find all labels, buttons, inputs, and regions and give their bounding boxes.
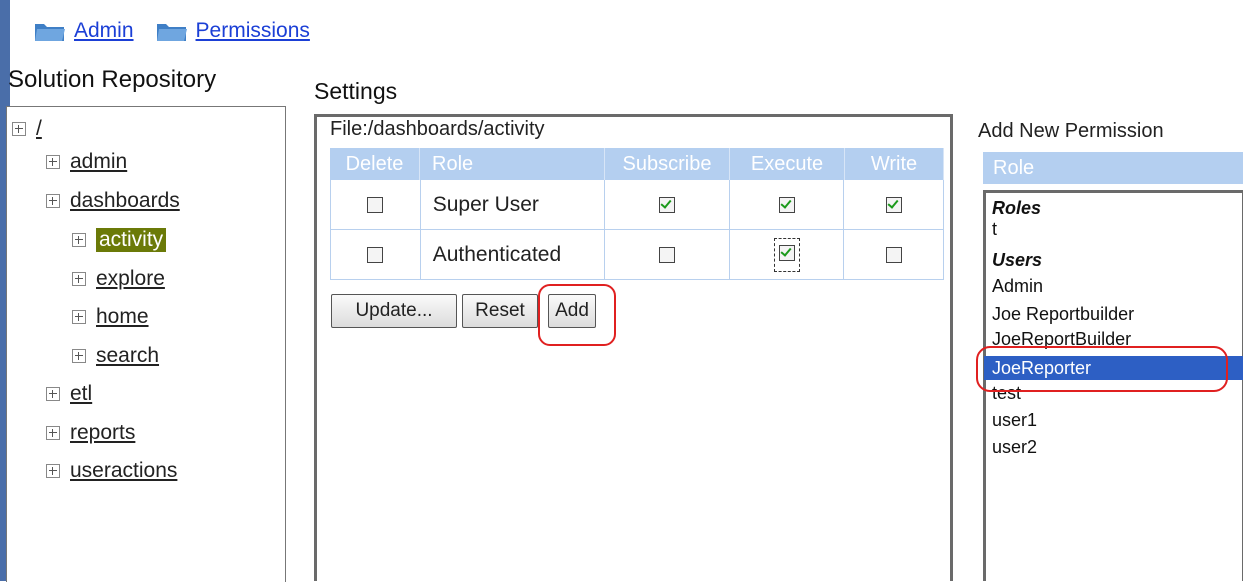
- delete-cell: [331, 230, 421, 279]
- tree-item-explore[interactable]: explore: [72, 267, 165, 291]
- execute-checkbox[interactable]: [778, 244, 795, 261]
- table-header: Delete Role Subscribe Execute Write: [330, 148, 944, 180]
- breadcrumb-admin[interactable]: Admin: [34, 19, 134, 43]
- list-item[interactable]: Admin: [992, 276, 1043, 297]
- list-item-selected[interactable]: JoeReporter: [984, 356, 1243, 380]
- tree-item-admin[interactable]: admin: [46, 150, 127, 174]
- tree-item-useractions[interactable]: useractions: [46, 459, 177, 483]
- column-header-write: Write: [845, 148, 944, 180]
- execute-cell: [730, 230, 845, 279]
- tree-item-label[interactable]: /: [36, 117, 42, 141]
- settings-title: Settings: [314, 78, 398, 104]
- tree-item-label[interactable]: activity: [96, 228, 167, 252]
- tree-item-reports[interactable]: reports: [46, 421, 135, 445]
- role-cell: Authenticated: [421, 230, 606, 279]
- add-permission-title: Add New Permission: [978, 120, 1164, 142]
- expand-icon[interactable]: [72, 233, 86, 247]
- expand-icon[interactable]: [46, 155, 60, 169]
- execute-cell: [730, 180, 845, 229]
- expand-icon[interactable]: [46, 464, 60, 478]
- tree-item-label[interactable]: explore: [96, 267, 165, 291]
- folder-icon: [156, 20, 188, 42]
- subscribe-checkbox[interactable]: [658, 196, 675, 213]
- tree-item-home[interactable]: home: [72, 305, 149, 329]
- list-item[interactable]: t: [992, 219, 997, 240]
- role-cell: Super User: [421, 180, 606, 229]
- expand-icon[interactable]: [46, 387, 60, 401]
- expand-icon[interactable]: [72, 272, 86, 286]
- tree-item-etl[interactable]: etl: [46, 382, 92, 406]
- add-button[interactable]: Add: [548, 294, 596, 328]
- table-row: Authenticated: [330, 230, 944, 280]
- expand-icon[interactable]: [46, 426, 60, 440]
- role-column-header: Role: [983, 152, 1243, 184]
- file-path-label: File:/dashboards/activity: [330, 118, 545, 140]
- tree-item-label[interactable]: etl: [70, 382, 92, 406]
- column-header-delete: Delete: [330, 148, 420, 180]
- write-checkbox[interactable]: [885, 246, 902, 263]
- tree-item-search[interactable]: search: [72, 344, 159, 368]
- tree-item-label[interactable]: useractions: [70, 459, 177, 483]
- expand-icon[interactable]: [46, 194, 60, 208]
- breadcrumb-permissions[interactable]: Permissions: [156, 19, 310, 43]
- repository-title: Solution Repository: [8, 66, 217, 93]
- column-header-role: Role: [420, 148, 605, 180]
- write-cell: [844, 230, 943, 279]
- tree-item-label[interactable]: reports: [70, 421, 135, 445]
- subscribe-cell: [605, 180, 730, 229]
- role-user-listbox[interactable]: [983, 190, 1243, 581]
- tree-item-activity[interactable]: activity: [72, 228, 167, 252]
- delete-cell: [331, 180, 421, 229]
- tree-item-root[interactable]: /: [12, 117, 42, 141]
- breadcrumb-permissions-label[interactable]: Permissions: [196, 19, 310, 43]
- tree-item-label[interactable]: search: [96, 344, 159, 368]
- breadcrumb: Admin Permissions: [34, 14, 310, 48]
- tree-item-dashboards[interactable]: dashboards: [46, 189, 180, 213]
- write-checkbox[interactable]: [885, 196, 902, 213]
- list-group-users: Users: [992, 250, 1043, 270]
- list-group-roles: Roles: [992, 198, 1042, 218]
- list-item[interactable]: Joe Reportbuilder: [992, 304, 1134, 325]
- subscribe-cell: [605, 230, 730, 279]
- update-button[interactable]: Update...: [331, 294, 457, 328]
- expand-icon[interactable]: [72, 349, 86, 363]
- execute-checkbox[interactable]: [778, 196, 795, 213]
- delete-checkbox[interactable]: [367, 246, 384, 263]
- delete-checkbox[interactable]: [367, 196, 384, 213]
- column-header-subscribe: Subscribe: [605, 148, 730, 180]
- tree-item-label[interactable]: dashboards: [70, 189, 180, 213]
- focus-ring: [773, 237, 800, 272]
- list-item[interactable]: user1: [992, 410, 1037, 431]
- list-item[interactable]: JoeReportBuilder: [992, 329, 1131, 350]
- expand-icon[interactable]: [72, 310, 86, 324]
- column-header-execute: Execute: [730, 148, 845, 180]
- tree-item-label[interactable]: home: [96, 305, 149, 329]
- reset-button[interactable]: Reset: [462, 294, 538, 328]
- list-item[interactable]: user2: [992, 437, 1037, 458]
- write-cell: [844, 180, 943, 229]
- folder-icon: [34, 20, 66, 42]
- table-row: Super User: [330, 180, 944, 230]
- list-item[interactable]: test: [992, 383, 1021, 404]
- expand-icon[interactable]: [12, 122, 26, 136]
- tree-item-label[interactable]: admin: [70, 150, 127, 174]
- subscribe-checkbox[interactable]: [658, 246, 675, 263]
- permissions-table: Delete Role Subscribe Execute Write Supe…: [330, 148, 944, 280]
- breadcrumb-admin-label[interactable]: Admin: [74, 19, 134, 43]
